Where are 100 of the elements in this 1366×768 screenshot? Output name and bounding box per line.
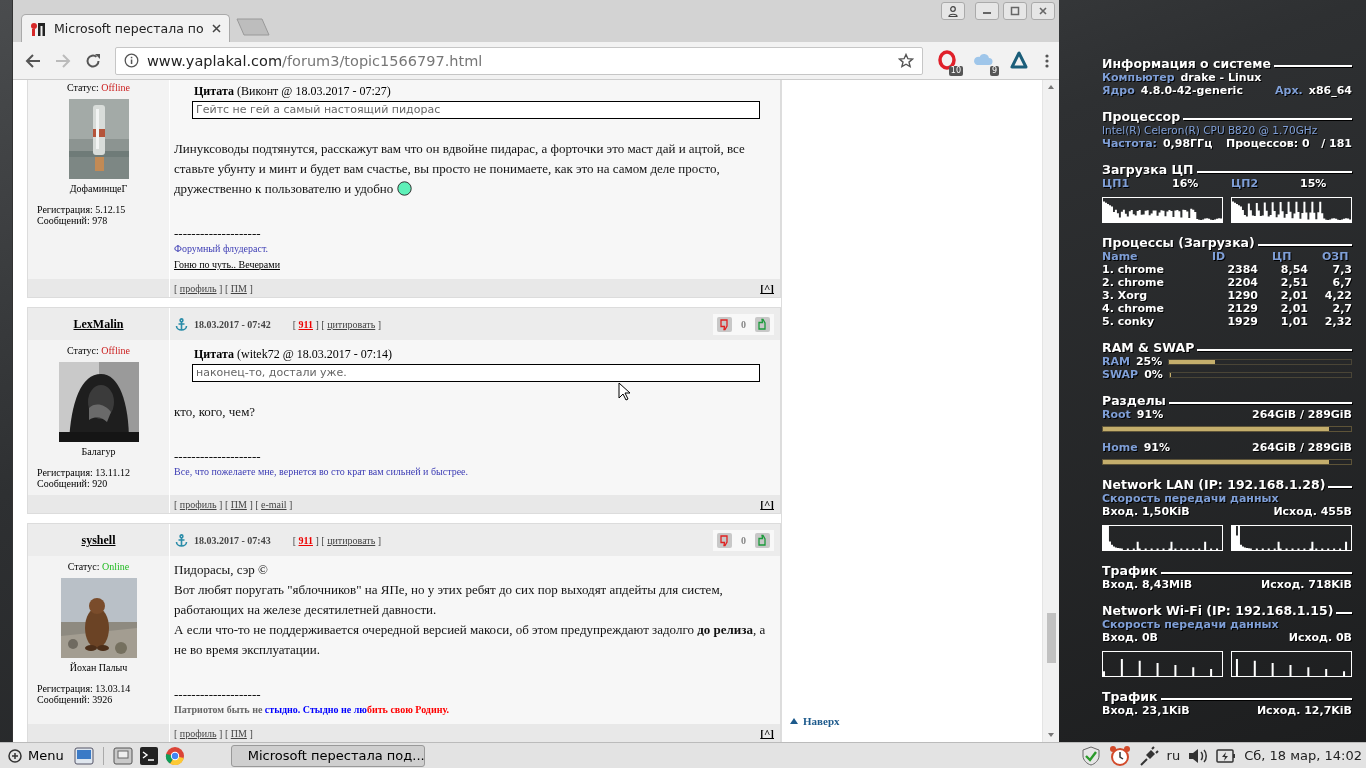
menu-icon[interactable] xyxy=(1045,52,1049,69)
info-value: 16% xyxy=(1172,177,1200,190)
section-title: Трафик xyxy=(1102,564,1158,578)
user-rank: ДофаминщеГ xyxy=(69,183,128,195)
info-label: ЦП1 xyxy=(1102,177,1131,190)
action-link[interactable]: цитировать xyxy=(327,534,376,546)
thumbs-up-icon[interactable] xyxy=(755,532,770,548)
profile-button[interactable] xyxy=(941,2,965,20)
star-icon[interactable] xyxy=(898,52,914,69)
post-date: 18.03.2017 - 07:43 xyxy=(194,534,271,546)
close-icon[interactable] xyxy=(211,24,221,33)
maximize-button[interactable] xyxy=(1003,2,1027,20)
table-cell-text: 2,51 xyxy=(1279,276,1308,289)
anchor-icon[interactable] xyxy=(175,317,188,331)
alarm-clock-icon[interactable] xyxy=(1108,744,1131,767)
maximize-icon xyxy=(1010,6,1020,16)
action-link[interactable]: ПМ xyxy=(230,498,247,510)
vote-count: 0 xyxy=(741,534,746,546)
clock: Сб, 18 мар, 14:02 xyxy=(1244,748,1362,763)
signature-text: Патриотом быть не стыдно. Стыдно не любить свою Родину. xyxy=(174,704,449,715)
address-field[interactable]: www.yaplakal.com/forum3/topic1566797.html xyxy=(115,46,923,75)
up-triangle-icon xyxy=(790,718,798,724)
scrollbar[interactable] xyxy=(1042,80,1059,742)
table-cell-text: 2,01 xyxy=(1279,302,1308,315)
scroll-top-link[interactable]: [^] xyxy=(760,727,774,739)
post-number-link[interactable]: 911 xyxy=(298,318,313,330)
signature-text: Форумный флудераст. xyxy=(174,243,268,254)
notification-count: 10 xyxy=(948,65,963,76)
reload-icon[interactable] xyxy=(85,52,101,69)
table-cell-text: 1,01 xyxy=(1279,315,1308,328)
info-label: Компьютер xyxy=(1102,71,1175,84)
message-count: Сообщений: 920 xyxy=(37,478,109,489)
table-cell-text: 1290 xyxy=(1226,289,1258,302)
thumbs-down-icon[interactable] xyxy=(717,316,732,332)
info-value: 264GiB / 289GiB xyxy=(1252,408,1352,421)
action-link[interactable]: профиль xyxy=(179,282,217,294)
info-label: ЦП2 xyxy=(1231,177,1260,190)
registration-date: Регистрация: 5.12.15 xyxy=(37,204,127,215)
thumbs-down-icon[interactable] xyxy=(717,532,732,548)
post-number-link[interactable]: 911 xyxy=(298,534,313,546)
scroll-down-icon[interactable] xyxy=(1047,732,1055,738)
action-link[interactable]: ПМ xyxy=(230,727,247,739)
info-value: Исход. 455B xyxy=(1273,505,1352,518)
action-link[interactable]: ПМ xyxy=(230,282,247,294)
post-text: Вот любят поругать "яблочников" на ЯПе, но у этих ребят до сих пор выходят апдейты для систем, работающих на железе десятилетней давности. xyxy=(174,582,723,617)
notification-count: 9 xyxy=(989,65,999,76)
close-button[interactable] xyxy=(1031,2,1055,20)
table-cell-text: 2384 xyxy=(1226,263,1258,276)
action-link[interactable]: профиль xyxy=(179,498,217,510)
close-icon xyxy=(1038,6,1048,16)
section-title: Network Wi-Fi (IP: 192.168.1.15) xyxy=(1102,604,1334,618)
plug-icon[interactable] xyxy=(1138,745,1159,766)
author-link[interactable]: LexMalin xyxy=(73,316,124,332)
info-value: 25% xyxy=(1135,355,1163,368)
file-manager-icon[interactable] xyxy=(112,745,133,766)
back-to-top-link[interactable]: Наверх xyxy=(790,715,1042,727)
browser-tab[interactable]: Microsoft перестала по xyxy=(21,14,230,42)
shield-check-icon[interactable] xyxy=(1080,745,1101,766)
table-cell-text: 2,01 xyxy=(1279,289,1308,302)
table-cell-text: 1. chrome xyxy=(1102,263,1165,276)
triangle-extension-icon[interactable] xyxy=(1009,49,1029,70)
minimize-button[interactable] xyxy=(975,2,999,20)
signature-link[interactable]: Гоню по чуть.. Вечерами xyxy=(174,259,280,270)
action-link[interactable]: e-mail xyxy=(261,498,287,510)
volume-icon[interactable] xyxy=(1188,747,1209,764)
scroll-up-icon[interactable] xyxy=(1047,84,1055,90)
scrollbar-thumb[interactable] xyxy=(1046,613,1056,663)
action-link[interactable]: цитировать xyxy=(327,318,376,330)
info-value: Вход. 1,50KiB xyxy=(1102,505,1190,518)
user-status: Статус: Offline xyxy=(67,81,130,95)
info-value: 91% xyxy=(1136,408,1164,421)
menu-button[interactable]: Menu xyxy=(4,748,68,763)
anchor-icon[interactable] xyxy=(175,533,188,547)
scroll-top-link[interactable]: [^] xyxy=(760,282,774,294)
info-value: Вход. 8,43MiB xyxy=(1102,578,1193,591)
show-desktop-icon[interactable] xyxy=(73,745,94,766)
table-cell-text: 3. Xorg xyxy=(1102,289,1148,302)
keyboard-layout[interactable]: ru xyxy=(1166,748,1181,763)
thumbs-up-icon[interactable] xyxy=(755,316,770,332)
message-count: Сообщений: 3926 xyxy=(37,694,114,705)
info-value: x86_64 xyxy=(1308,84,1352,97)
user-rank: Йохан Палыч xyxy=(69,662,128,674)
battery-icon[interactable] xyxy=(1216,748,1237,763)
info-value: 0,98ГГц xyxy=(1162,137,1213,150)
column-header: ЦП xyxy=(1271,250,1293,263)
action-link[interactable]: профиль xyxy=(179,727,217,739)
terminal-icon[interactable] xyxy=(138,745,159,766)
registration-date: Регистрация: 13.11.12 xyxy=(37,467,131,478)
table-cell-text: 2204 xyxy=(1226,276,1258,289)
table-cell-text: 4. chrome xyxy=(1102,302,1165,315)
scroll-top-link[interactable]: [^] xyxy=(760,498,774,510)
author-link[interactable]: syshell xyxy=(81,532,116,548)
message-count: Сообщений: 978 xyxy=(37,215,109,226)
back-icon[interactable] xyxy=(25,52,41,69)
column-header: Name xyxy=(1102,250,1139,263)
post-text: Пидорасы, сэр © xyxy=(174,562,268,577)
browser-icon[interactable] xyxy=(164,745,185,766)
table-cell-text: 6,7 xyxy=(1331,276,1352,289)
window-button[interactable]: Microsoft перестала под... xyxy=(230,744,425,767)
column-header: ID xyxy=(1212,250,1227,263)
